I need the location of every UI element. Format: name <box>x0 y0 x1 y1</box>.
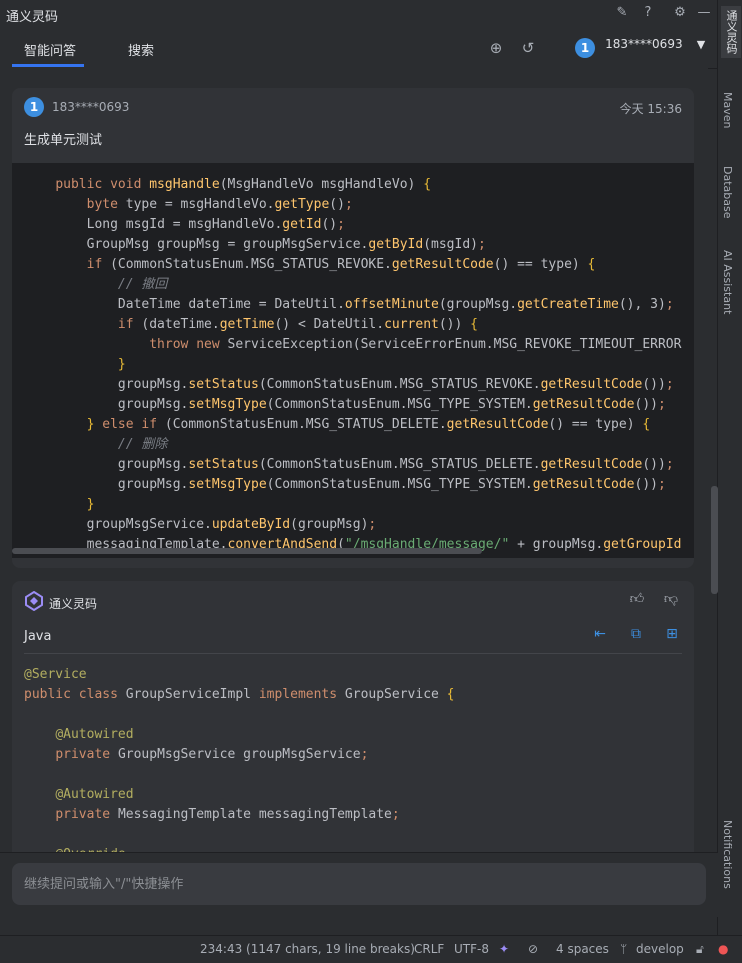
insert-icon[interactable]: ⊞ <box>662 626 682 642</box>
ai-message-card: 通义灵码 👍︎ 👎︎ Java ⇤ ⧉ ⊞ @Service public class… <box>12 581 694 852</box>
code-block-header: Java ⇤ ⧉ ⊞ <box>24 621 682 654</box>
user-message-card: 1 183****0693 今天 15:36 生成单元测试 public voi… <box>12 88 694 568</box>
diff-icon[interactable]: ⇤ <box>590 626 610 642</box>
error-icon[interactable]: ● <box>718 942 728 956</box>
tab-smart-qa[interactable]: 智能问答 <box>24 40 76 59</box>
tab-search[interactable]: 搜索 <box>128 40 154 59</box>
ai-name: 通义灵码 <box>49 597 98 611</box>
chat-area: 1 183****0693 今天 15:36 生成单元测试 public voi… <box>0 68 708 852</box>
user-menu[interactable]: 1 183****0693 ▼ <box>575 37 706 58</box>
new-chat-icon[interactable]: ⊕ <box>486 38 506 58</box>
tongyi-logo-icon <box>24 590 44 615</box>
lock-icon[interactable]: 🔓︎ <box>696 942 704 957</box>
right-tool-strip: 通义灵码 Maven Database AI Assistant Notific… <box>717 0 742 935</box>
status-bar: 234:43 (1147 chars, 19 line breaks) CRLF… <box>0 935 742 963</box>
thumbs-up-icon[interactable]: 👍︎ <box>626 590 648 610</box>
strip-item-notifications[interactable]: Notifications <box>721 820 734 889</box>
thumbs-down-icon[interactable]: 👎︎ <box>660 590 682 610</box>
strip-item-database[interactable]: Database <box>721 166 734 219</box>
input-area <box>0 852 718 917</box>
branch-icon: ᛘ <box>620 942 628 956</box>
cursor-position[interactable]: 234:43 (1147 chars, 19 line breaks) <box>200 942 415 956</box>
edit-icon[interactable]: ✎ <box>614 5 630 21</box>
git-branch[interactable]: develop <box>636 942 684 956</box>
active-tab-indicator <box>12 64 84 67</box>
copy-icon[interactable]: ⧉ <box>626 626 646 642</box>
chat-input[interactable] <box>12 863 706 905</box>
no-eye-icon[interactable]: ⊘ <box>528 942 538 956</box>
history-icon[interactable]: ↺ <box>518 38 538 58</box>
file-encoding[interactable]: UTF-8 <box>454 942 489 956</box>
chat-input-box <box>12 863 706 905</box>
selected-code: public void msgHandle(MsgHandleVo msgHan… <box>55 177 682 558</box>
avatar: 1 <box>575 38 595 58</box>
indent-setting[interactable]: 4 spaces <box>556 942 609 956</box>
strip-item-ai-assistant[interactable]: AI Assistant <box>721 250 734 314</box>
message-prompt: 生成单元测试 <box>24 133 103 148</box>
strip-item-maven[interactable]: Maven <box>721 92 734 128</box>
generated-code: @Service public class GroupServiceImpl i… <box>24 667 455 852</box>
vertical-scrollbar[interactable] <box>711 486 718 594</box>
message-time: 今天 15:36 <box>619 102 682 116</box>
minimize-icon[interactable]: — <box>696 5 712 21</box>
ai-feedback-actions: 👍︎ 👎︎ <box>614 590 682 610</box>
code-actions: ⇤ ⧉ ⊞ <box>574 626 682 642</box>
gear-icon[interactable]: ⚙ <box>672 5 688 21</box>
selected-code-block[interactable]: public void msgHandle(MsgHandleVo msgHan… <box>12 163 694 558</box>
tool-window-title: 通义灵码 <box>6 10 59 25</box>
strip-item-tongyi[interactable]: 通义灵码 <box>721 6 741 58</box>
tongyi-status-icon[interactable]: ✦ <box>499 942 509 956</box>
user-name: 183****0693 <box>605 37 683 51</box>
help-icon[interactable]: ? <box>640 5 656 21</box>
tab-bar: 智能问答 搜索 ⊕ ↺ 1 183****0693 ▼ <box>0 28 718 69</box>
tool-window-header: 通义灵码 ✎ ? ⚙ — <box>0 0 718 29</box>
code-language: Java <box>24 629 52 644</box>
generated-code-block[interactable]: @Service public class GroupServiceImpl i… <box>24 665 694 852</box>
chevron-down-icon: ▼ <box>696 38 706 51</box>
avatar: 1 <box>24 97 44 117</box>
message-user-name: 183****0693 <box>52 100 130 114</box>
horizontal-scrollbar[interactable] <box>12 548 482 554</box>
line-separator[interactable]: CRLF <box>414 942 444 956</box>
